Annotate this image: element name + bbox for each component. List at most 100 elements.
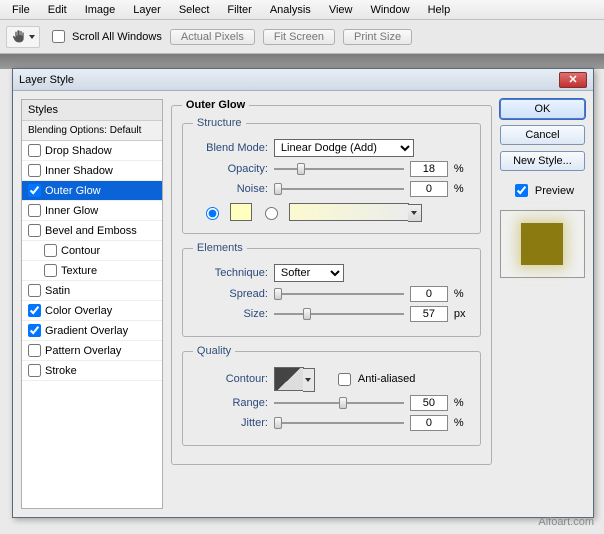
aa-checkbox[interactable] bbox=[338, 373, 351, 386]
style-checkbox[interactable] bbox=[44, 264, 57, 277]
style-item-inner-shadow[interactable]: Inner Shadow bbox=[22, 161, 162, 181]
noise-label: Noise: bbox=[193, 183, 268, 195]
glow-color-swatch[interactable] bbox=[230, 203, 252, 221]
style-checkbox[interactable] bbox=[28, 144, 41, 157]
effect-settings-panel: Outer Glow Structure Blend Mode: Linear … bbox=[171, 99, 492, 509]
noise-value[interactable]: 0 bbox=[410, 181, 448, 197]
style-checkbox[interactable] bbox=[28, 204, 41, 217]
range-unit: % bbox=[454, 397, 470, 409]
style-checkbox[interactable] bbox=[28, 224, 41, 237]
preview-cb[interactable] bbox=[515, 184, 528, 197]
fit-screen-button[interactable]: Fit Screen bbox=[263, 29, 335, 45]
dialog-actions: OK Cancel New Style... Preview bbox=[500, 99, 585, 509]
style-item-label: Inner Glow bbox=[45, 205, 98, 217]
blend-mode-select[interactable]: Linear Dodge (Add) bbox=[274, 139, 414, 157]
glow-gradient-bar[interactable] bbox=[289, 203, 409, 221]
blend-mode-label: Blend Mode: bbox=[193, 142, 268, 154]
style-checkbox[interactable] bbox=[28, 344, 41, 357]
style-item-drop-shadow[interactable]: Drop Shadow bbox=[22, 141, 162, 161]
style-item-bevel-and-emboss[interactable]: Bevel and Emboss bbox=[22, 221, 162, 241]
menu-file[interactable]: File bbox=[4, 2, 38, 18]
range-value[interactable]: 50 bbox=[410, 395, 448, 411]
chevron-down-icon bbox=[29, 35, 35, 39]
menu-edit[interactable]: Edit bbox=[40, 2, 75, 18]
style-checkbox[interactable] bbox=[28, 184, 41, 197]
size-value[interactable]: 57 bbox=[410, 306, 448, 322]
style-item-contour[interactable]: Contour bbox=[22, 241, 162, 261]
style-checkbox[interactable] bbox=[28, 164, 41, 177]
style-checkbox[interactable] bbox=[28, 284, 41, 297]
ok-button[interactable]: OK bbox=[500, 99, 585, 119]
chevron-down-icon bbox=[305, 378, 311, 382]
opacity-slider[interactable] bbox=[274, 162, 404, 176]
style-item-color-overlay[interactable]: Color Overlay bbox=[22, 301, 162, 321]
actual-pixels-button[interactable]: Actual Pixels bbox=[170, 29, 255, 45]
contour-picker[interactable] bbox=[274, 367, 304, 391]
preview-checkbox[interactable]: Preview bbox=[500, 181, 585, 200]
menu-layer[interactable]: Layer bbox=[125, 2, 169, 18]
menu-window[interactable]: Window bbox=[362, 2, 417, 18]
spread-slider[interactable] bbox=[274, 287, 404, 301]
close-icon: ✕ bbox=[568, 73, 577, 86]
menu-view[interactable]: View bbox=[321, 2, 361, 18]
quality-legend: Quality bbox=[193, 345, 235, 357]
style-item-label: Bevel and Emboss bbox=[45, 225, 137, 237]
hand-tool[interactable] bbox=[6, 26, 40, 48]
glow-gradient-radio[interactable] bbox=[265, 207, 278, 220]
close-button[interactable]: ✕ bbox=[559, 72, 587, 88]
menu-help[interactable]: Help bbox=[420, 2, 459, 18]
style-item-outer-glow[interactable]: Outer Glow bbox=[22, 181, 162, 201]
style-checkbox[interactable] bbox=[28, 364, 41, 377]
outer-glow-group: Outer Glow Structure Blend Mode: Linear … bbox=[171, 99, 492, 465]
cancel-button[interactable]: Cancel bbox=[500, 125, 585, 145]
contour-dropdown[interactable] bbox=[303, 368, 315, 392]
technique-select[interactable]: Softer bbox=[274, 264, 344, 282]
new-style-button[interactable]: New Style... bbox=[500, 151, 585, 171]
aa-label: Anti-aliased bbox=[358, 373, 415, 385]
menu-analysis[interactable]: Analysis bbox=[262, 2, 319, 18]
style-item-stroke[interactable]: Stroke bbox=[22, 361, 162, 381]
dialog-titlebar[interactable]: Layer Style ✕ bbox=[13, 69, 593, 91]
menu-filter[interactable]: Filter bbox=[219, 2, 259, 18]
jitter-unit: % bbox=[454, 417, 470, 429]
style-item-label: Drop Shadow bbox=[45, 145, 112, 157]
styles-header[interactable]: Styles bbox=[22, 100, 162, 121]
blending-options-item[interactable]: Blending Options: Default bbox=[22, 121, 162, 141]
anti-aliased-checkbox[interactable]: Anti-aliased bbox=[334, 370, 415, 389]
print-size-button[interactable]: Print Size bbox=[343, 29, 412, 45]
preview-box bbox=[500, 210, 585, 278]
style-item-label: Color Overlay bbox=[45, 305, 112, 317]
size-slider[interactable] bbox=[274, 307, 404, 321]
style-item-satin[interactable]: Satin bbox=[22, 281, 162, 301]
structure-group: Structure Blend Mode: Linear Dodge (Add)… bbox=[182, 117, 481, 234]
gradient-dropdown[interactable] bbox=[408, 204, 422, 222]
size-label: Size: bbox=[193, 308, 268, 320]
noise-slider[interactable] bbox=[274, 182, 404, 196]
watermark: Alfoart.com bbox=[538, 516, 594, 528]
style-item-texture[interactable]: Texture bbox=[22, 261, 162, 281]
spread-value[interactable]: 0 bbox=[410, 286, 448, 302]
preview-label: Preview bbox=[535, 185, 574, 197]
style-item-pattern-overlay[interactable]: Pattern Overlay bbox=[22, 341, 162, 361]
menu-select[interactable]: Select bbox=[171, 2, 218, 18]
contour-label: Contour: bbox=[193, 373, 268, 385]
spread-unit: % bbox=[454, 288, 470, 300]
range-slider[interactable] bbox=[274, 396, 404, 410]
jitter-value[interactable]: 0 bbox=[410, 415, 448, 431]
style-checkbox[interactable] bbox=[44, 244, 57, 257]
style-item-inner-glow[interactable]: Inner Glow bbox=[22, 201, 162, 221]
menu-image[interactable]: Image bbox=[77, 2, 124, 18]
style-checkbox[interactable] bbox=[28, 324, 41, 337]
glow-color-radio[interactable] bbox=[206, 207, 219, 220]
opacity-value[interactable]: 18 bbox=[410, 161, 448, 177]
scroll-all-checkbox[interactable] bbox=[52, 30, 65, 43]
technique-label: Technique: bbox=[193, 267, 268, 279]
scroll-all-label: Scroll All Windows bbox=[72, 31, 162, 43]
style-item-label: Pattern Overlay bbox=[45, 345, 121, 357]
elements-legend: Elements bbox=[193, 242, 247, 254]
style-checkbox[interactable] bbox=[28, 304, 41, 317]
scroll-all-windows-checkbox[interactable]: Scroll All Windows bbox=[48, 27, 162, 46]
style-item-gradient-overlay[interactable]: Gradient Overlay bbox=[22, 321, 162, 341]
opacity-unit: % bbox=[454, 163, 470, 175]
jitter-slider[interactable] bbox=[274, 416, 404, 430]
